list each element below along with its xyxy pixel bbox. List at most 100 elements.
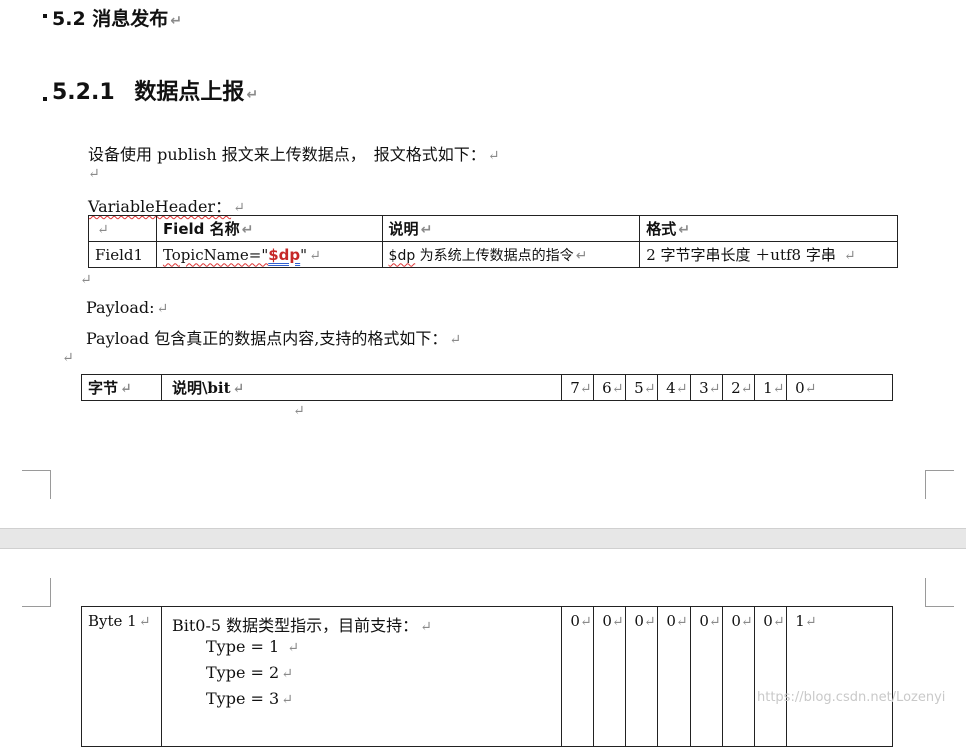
topic-suffix: " <box>300 245 308 264</box>
paragraph-mark-icon: ↵ <box>233 200 245 216</box>
header-text: 格式 <box>646 220 677 238</box>
paragraph-mark-icon: ↵ <box>420 619 432 635</box>
paragraph-mark-icon: ↵ <box>772 614 785 630</box>
type-line: Type = 1 ↵ <box>206 637 299 656</box>
bit-cell: 1↵ <box>786 606 893 747</box>
bit-cell: 0↵ <box>561 606 595 747</box>
cell-field: Field1 <box>88 241 157 268</box>
bit-cell: 7↵ <box>561 374 595 401</box>
bit-text: 3 <box>699 378 709 397</box>
paragraph-mark-icon: ↵ <box>170 13 183 29</box>
paragraph-mark-icon: ↵ <box>611 380 624 397</box>
bit-cell: 2↵ <box>722 374 756 401</box>
section-heading-text: 5.2 消息发布 <box>52 8 169 30</box>
bit-cell: 0↵ <box>625 606 659 747</box>
bit-text: 6 <box>602 378 612 397</box>
paragraph-mark-icon: ↵ <box>420 222 433 238</box>
page-corner-mark <box>925 578 954 607</box>
paragraph-mark-icon: ↵ <box>97 221 109 238</box>
paragraph-mark-icon: ↵ <box>804 380 817 397</box>
cell-byte: Byte 1 ↵ <box>81 606 162 747</box>
paragraph-mark-icon: ↵ <box>708 614 721 630</box>
paragraph-mark-icon: ↵ <box>643 614 656 630</box>
paragraph-mark-icon: ↵ <box>579 614 592 630</box>
paragraph-mark-icon: ↵ <box>708 380 721 397</box>
paragraph-mark-icon: ↵ <box>88 166 100 182</box>
paragraph-mark-icon: ↵ <box>138 614 151 630</box>
header-cell-field-name: Field 名称 ↵ <box>155 215 383 242</box>
cell-topic: TopicName="$dp" ↵ <box>155 241 383 268</box>
paragraph-mark-icon: ↵ <box>772 380 785 397</box>
watermark: https://blog.csdn.net/Lozenyi <box>757 690 946 705</box>
bit-text: 5 <box>634 378 644 397</box>
paragraph-mark-icon: ↵ <box>246 87 259 103</box>
bit-text: 4 <box>666 378 676 397</box>
bit-text: 0 <box>731 612 741 630</box>
paragraph-mark-icon: ↵ <box>575 247 588 264</box>
type-text: Type = 2 <box>206 663 280 682</box>
paragraph-mark-icon: ↵ <box>156 301 169 317</box>
paragraph-mark-icon: ↵ <box>675 614 688 630</box>
heading-bullet <box>43 97 47 101</box>
desc-dp: $dp <box>388 247 416 264</box>
header-cell-empty: ↵ <box>88 215 157 242</box>
bit-cell: 5↵ <box>625 374 659 401</box>
paragraph-mark-icon: ↵ <box>740 380 753 397</box>
header-cell-byte: 字节 ↵ <box>81 374 162 401</box>
bit-text: 0 <box>763 612 773 630</box>
table-row: Field1 TopicName="$dp" ↵ $dp 为系统上传数据点的指令 ↵… <box>88 241 898 268</box>
payload-label: Payload: ↵ <box>86 298 168 317</box>
paragraph-mark-icon: ↵ <box>80 272 92 288</box>
table-header-row: ↵ Field 名称 ↵ 说明 ↵ 格式 ↵ <box>88 215 898 242</box>
paragraph-mark-icon: ↵ <box>241 222 254 238</box>
variable-header-text: VariableHeader： <box>88 197 232 216</box>
section-heading: 5.2 消息发布 ↵ <box>52 4 182 31</box>
bit-cell: 1↵ <box>754 374 788 401</box>
paragraph-mark-icon: ↵ <box>281 666 293 682</box>
subsection-title: 数据点上报 <box>134 80 245 105</box>
page-gap <box>0 528 966 549</box>
page-corner-mark <box>22 578 51 607</box>
bit-text: 0 <box>602 612 612 630</box>
paragraph-mark-icon: ↵ <box>449 332 462 348</box>
paragraph-mark-icon: ↵ <box>678 222 690 238</box>
paragraph-mark-icon: ↵ <box>287 640 299 656</box>
bit-cell: 0↵ <box>690 606 724 747</box>
bit-cell: 0↵ <box>786 374 893 401</box>
bit-header-table: 字节 ↵ 说明\bit ↵ 7↵ 6↵ 5↵ 4↵ 3↵ 2↵ 1↵ 0↵ <box>81 374 893 401</box>
cell-desc: $dp 为系统上传数据点的指令 ↵ <box>381 241 641 268</box>
payload-description-text: Payload 包含真正的数据点内容,支持的格式如下： <box>86 329 448 348</box>
paragraph-mark-icon: ↵ <box>309 247 321 264</box>
desc-text: 为系统上传数据点的指令 <box>415 247 574 264</box>
paragraph-mark-icon: ↵ <box>804 614 817 630</box>
header-text: 字节 <box>88 379 119 397</box>
paragraph-mark-icon: ↵ <box>643 380 656 397</box>
variable-header-label: VariableHeader： ↵ <box>88 193 245 217</box>
header-text: Field 名称 <box>162 220 240 238</box>
bit-cell: 4↵ <box>657 374 692 401</box>
subsection-heading: 5.2.1 数据点上报 ↵ <box>52 74 258 106</box>
header-text: 说明 <box>388 220 419 238</box>
paragraph-mark-icon: ↵ <box>740 614 753 630</box>
topic-value: $dp <box>268 245 301 264</box>
type-text: Type = 1 <box>206 637 280 656</box>
bit-cell: 0↵ <box>754 606 788 747</box>
paragraph-mark-icon: ↵ <box>120 381 132 397</box>
byte-table: Byte 1 ↵ Bit0-5 数据类型指示，目前支持： ↵ 0↵ 0↵ 0↵ 0↵… <box>81 606 893 747</box>
bit-cell: 3↵ <box>690 374 724 401</box>
bit-cell: 6↵ <box>593 374 627 401</box>
header-text: 说明\bit <box>171 379 231 397</box>
cell-text: 2 字节字串长度 ＋utf8 字串 <box>646 246 836 264</box>
table-row: Byte 1 ↵ Bit0-5 数据类型指示，目前支持： ↵ 0↵ 0↵ 0↵ 0↵… <box>81 606 893 747</box>
cell-text: Field1 <box>95 245 144 264</box>
variable-header-table: ↵ Field 名称 ↵ 说明 ↵ 格式 ↵ Field1 TopicName="$d… <box>88 215 898 268</box>
bit-cell: 0↵ <box>722 606 756 747</box>
cell-text: Byte 1 <box>88 612 137 630</box>
subsection-number: 5.2.1 <box>52 80 115 105</box>
paragraph-mark-icon: ↵ <box>611 614 624 630</box>
bit-text: 1 <box>763 378 773 397</box>
paragraph-mark-icon: ↵ <box>675 380 688 397</box>
paragraph-mark-icon: ↵ <box>579 380 592 397</box>
header-cell-desc-bit: 说明\bit ↵ <box>160 374 563 401</box>
table-header-row: 字节 ↵ 说明\bit ↵ 7↵ 6↵ 5↵ 4↵ 3↵ 2↵ 1↵ 0↵ <box>81 374 893 401</box>
